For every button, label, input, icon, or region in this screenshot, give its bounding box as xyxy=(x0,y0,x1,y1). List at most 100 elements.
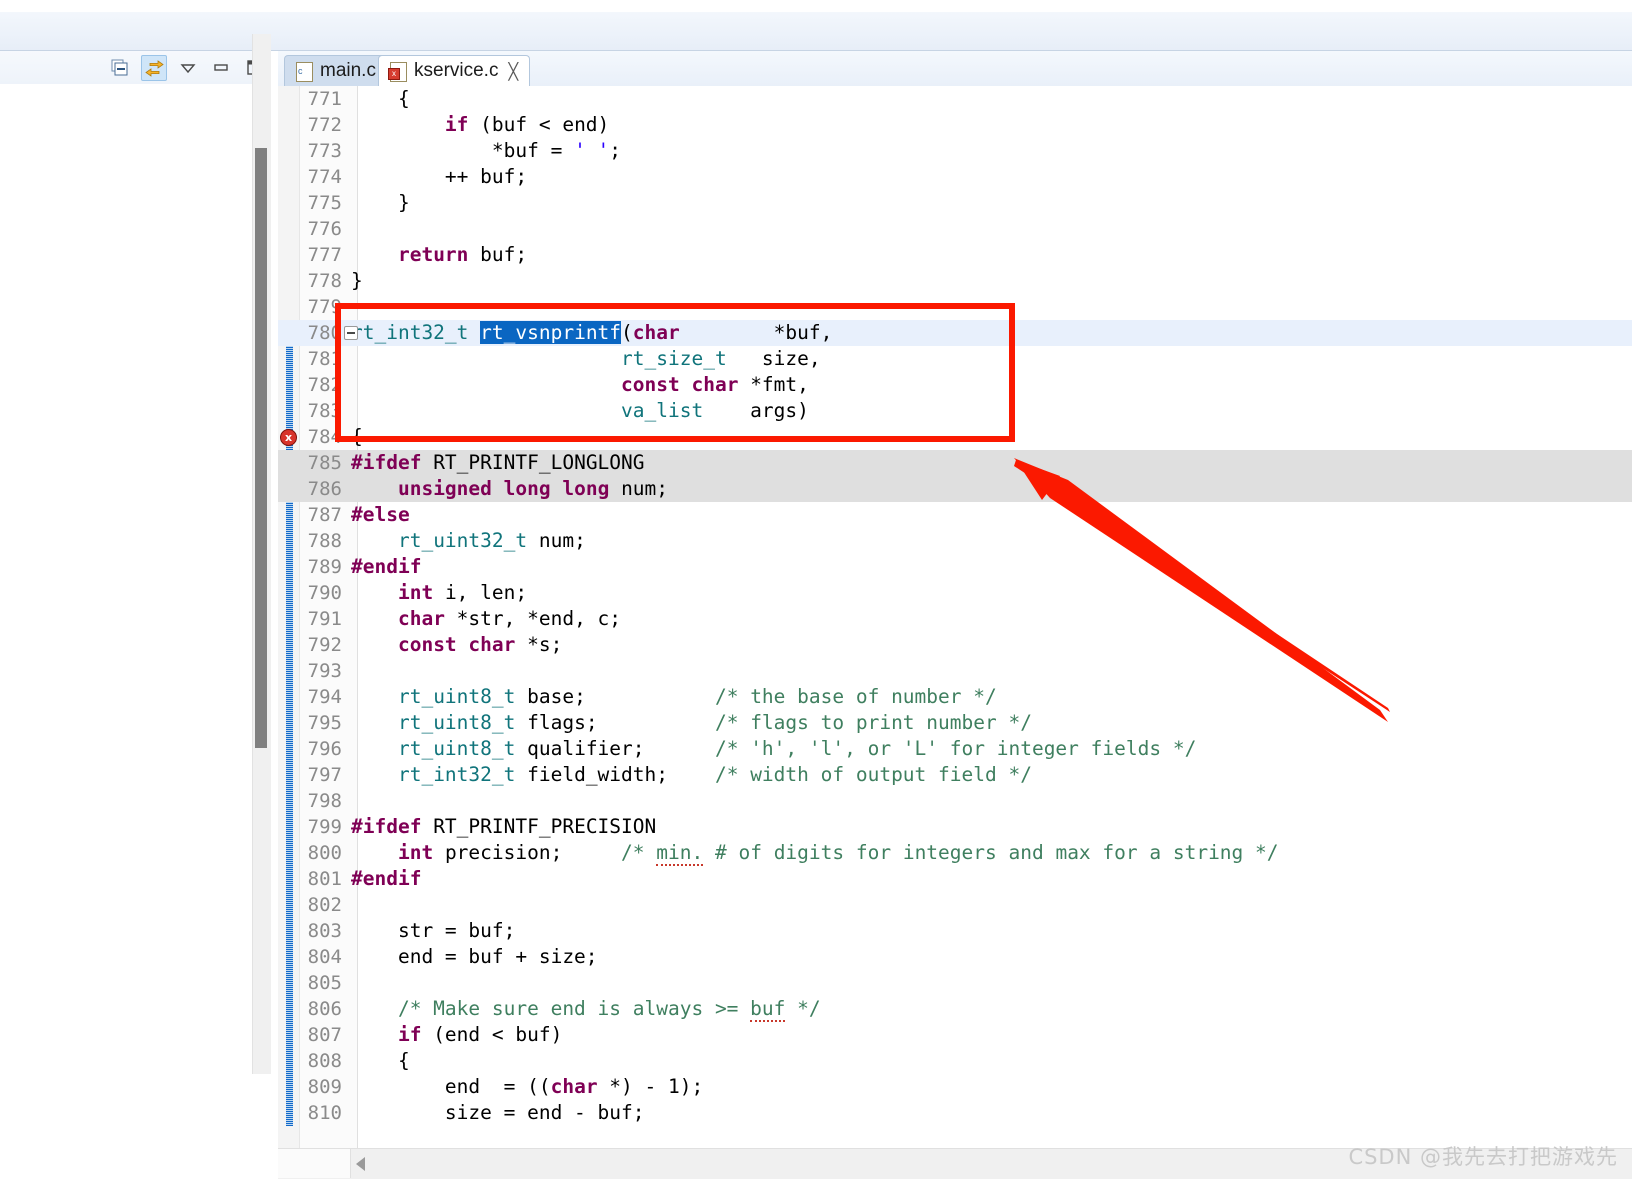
code-line[interactable]: 791 char *str, *end, c; xyxy=(278,606,1632,632)
line-number: 800 xyxy=(307,842,342,864)
scroll-left-arrow-icon[interactable] xyxy=(356,1157,365,1171)
project-explorer-toolbar xyxy=(0,51,278,85)
error-marker-icon[interactable]: x xyxy=(280,429,297,446)
code-line[interactable]: 779 xyxy=(278,294,1632,320)
code-line[interactable]: 802 xyxy=(278,892,1632,918)
window-toolbar-strip xyxy=(0,12,1632,51)
editor-tab-main-c[interactable]: c main.c xyxy=(284,55,388,86)
code-line[interactable]: 781 rt_size_t size, xyxy=(278,346,1632,372)
line-number: 799 xyxy=(307,816,342,838)
code-text: rt_uint8_t base; /* the base of number *… xyxy=(397,685,997,708)
code-text: return buf; xyxy=(397,243,528,266)
code-line[interactable]: 771 { xyxy=(278,86,1632,112)
view-menu-button[interactable] xyxy=(176,56,200,80)
line-number: 797 xyxy=(307,764,342,786)
code-line[interactable]: 810 size = end - buf; xyxy=(278,1100,1632,1126)
line-number: 794 xyxy=(307,686,342,708)
code-text: /* Make sure end is always >= buf */ xyxy=(351,997,821,1022)
folding-collapse-icon[interactable] xyxy=(344,326,358,340)
code-line[interactable]: 801 #endif xyxy=(278,866,1632,892)
code-line[interactable]: 784{ xyxy=(278,424,1632,450)
code-line[interactable]: 808 { xyxy=(278,1048,1632,1074)
line-number: 780 xyxy=(307,322,342,344)
code-line[interactable]: 774 ++ buf; xyxy=(278,164,1632,190)
code-line[interactable]: 775 } xyxy=(278,190,1632,216)
code-text: char *str, *end, c; xyxy=(397,607,622,630)
code-text: } xyxy=(351,269,363,292)
code-text: const char *fmt, xyxy=(621,373,809,396)
code-text: if (buf < end) xyxy=(444,113,610,136)
code-line[interactable]: 806 /* Make sure end is always >= buf */ xyxy=(278,996,1632,1022)
line-number: 808 xyxy=(307,1050,342,1072)
code-text: end = ((char *) - 1); xyxy=(351,1075,704,1098)
code-text: ++ buf; xyxy=(351,165,528,188)
line-number: 786 xyxy=(307,478,342,500)
line-number: 807 xyxy=(307,1024,342,1046)
code-line[interactable]: 799 #ifdef RT_PRINTF_PRECISION xyxy=(278,814,1632,840)
code-line[interactable]: 790 int i, len; xyxy=(278,580,1632,606)
code-viewport[interactable]: 771 {772 if (buf < end) 773 *buf = ' '; 77… xyxy=(278,86,1632,1149)
editor-tab-kservice-c[interactable]: c x kservice.c ╳ xyxy=(378,55,531,87)
code-text: rt_uint8_t flags; /* flags to print numb… xyxy=(397,711,1032,734)
code-line[interactable]: 792 const char *s; xyxy=(278,632,1632,658)
line-number: 789 xyxy=(307,556,342,578)
code-line[interactable]: 786 unsigned long long num; xyxy=(278,476,1632,502)
code-line[interactable]: 800 int precision; /* min. # of digits f… xyxy=(278,840,1632,866)
line-number: 793 xyxy=(307,660,342,682)
code-line[interactable]: 795 rt_uint8_t flags; /* flags to print … xyxy=(278,710,1632,736)
code-line[interactable]: 773 *buf = ' '; xyxy=(278,138,1632,164)
link-with-editor-icon xyxy=(144,59,164,77)
code-text: rt_int32_t field_width; /* width of outp… xyxy=(397,763,1032,786)
minimize-view-button[interactable] xyxy=(209,56,233,80)
line-number: 803 xyxy=(307,920,342,942)
project-explorer-scrollbar-thumb[interactable] xyxy=(255,148,267,748)
project-explorer-tree[interactable] xyxy=(0,84,278,1126)
code-line[interactable]: 794 rt_uint8_t base; /* the base of numb… xyxy=(278,684,1632,710)
code-line[interactable]: 796 rt_uint8_t qualifier; /* 'h', 'l', o… xyxy=(278,736,1632,762)
code-text: #ifdef RT_PRINTF_PRECISION xyxy=(351,815,657,838)
line-number: 777 xyxy=(307,244,342,266)
code-line[interactable]: 788 rt_uint32_t num; xyxy=(278,528,1632,554)
code-line[interactable]: 789 #endif xyxy=(278,554,1632,580)
code-line[interactable]: 785 #ifdef RT_PRINTF_LONGLONG xyxy=(278,450,1632,476)
code-line[interactable]: 793 xyxy=(278,658,1632,684)
code-line[interactable]: 807 if (end < buf) xyxy=(278,1022,1632,1048)
line-number: 809 xyxy=(307,1076,342,1098)
chevron-down-icon xyxy=(180,64,196,74)
code-line[interactable]: 780 rt_int32_t rt_vsnprintf(char *buf, xyxy=(278,320,1632,346)
line-number: 775 xyxy=(307,192,342,214)
line-number: 810 xyxy=(307,1102,342,1124)
code-line[interactable]: 787 #else xyxy=(278,502,1632,528)
code-text: } xyxy=(351,191,410,214)
code-line[interactable]: 804 end = buf + size; xyxy=(278,944,1632,970)
editor-tab-label: kservice.c xyxy=(414,60,499,81)
code-line[interactable]: 809 end = ((char *) - 1); xyxy=(278,1074,1632,1100)
link-with-editor-button[interactable] xyxy=(141,55,167,81)
collapse-all-button[interactable] xyxy=(108,56,132,80)
line-number: 782 xyxy=(307,374,342,396)
code-line[interactable]: 805 xyxy=(278,970,1632,996)
code-text: rt_uint32_t num; xyxy=(397,529,586,552)
code-line[interactable]: 777 return buf; xyxy=(278,242,1632,268)
code-line[interactable]: 772 if (buf < end) xyxy=(278,112,1632,138)
code-text: #else xyxy=(351,503,410,526)
code-line[interactable]: 797 rt_int32_t field_width; /* width of … xyxy=(278,762,1632,788)
code-line[interactable]: 776 xyxy=(278,216,1632,242)
code-line[interactable]: 783 va_list args) xyxy=(278,398,1632,424)
c-file-icon: c xyxy=(296,61,313,82)
code-text: #ifdef RT_PRINTF_LONGLONG xyxy=(351,451,645,474)
line-number: 788 xyxy=(307,530,342,552)
code-text: { xyxy=(351,425,363,448)
view-sash[interactable] xyxy=(271,51,278,1126)
code-line[interactable]: 778} xyxy=(278,268,1632,294)
scrollbar-corner xyxy=(278,1149,351,1178)
code-line[interactable]: 803 str = buf; xyxy=(278,918,1632,944)
collapse-all-icon xyxy=(111,59,128,76)
code-text: int precision; /* min. # of digits for i… xyxy=(397,841,1279,866)
line-number: 806 xyxy=(307,998,342,1020)
line-number: 798 xyxy=(307,790,342,812)
code-line[interactable]: 798 xyxy=(278,788,1632,814)
code-line[interactable]: 782 const char *fmt, xyxy=(278,372,1632,398)
close-icon[interactable]: ╳ xyxy=(508,62,518,81)
window-top-strip xyxy=(0,0,1632,12)
